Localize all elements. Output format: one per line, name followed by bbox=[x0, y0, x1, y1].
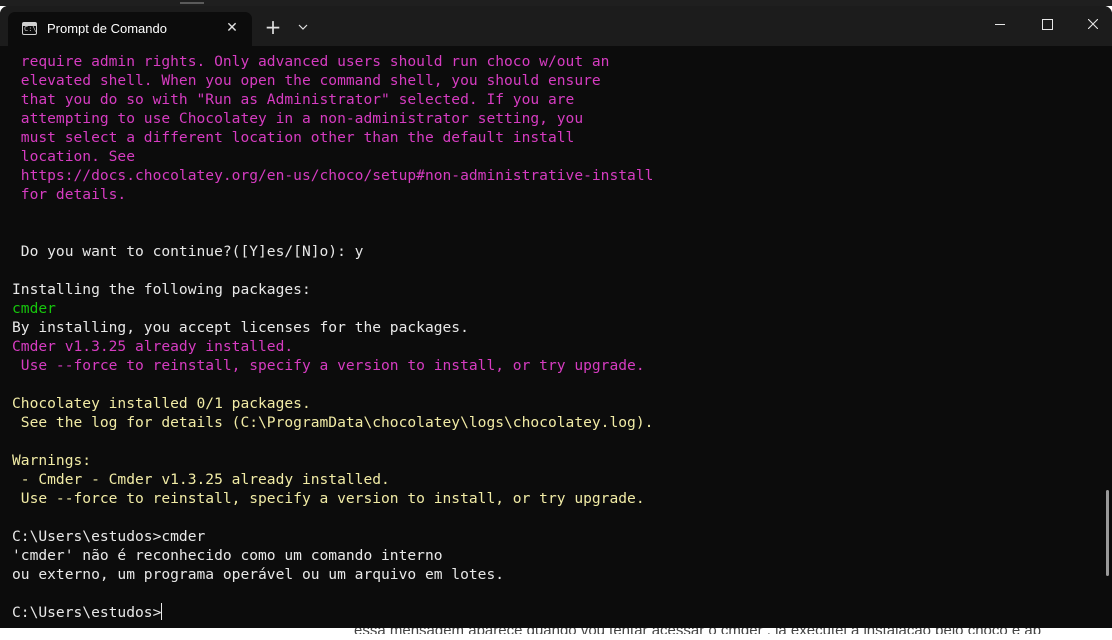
console-line: require admin rights. Only advanced user… bbox=[12, 53, 610, 70]
minimize-button[interactable] bbox=[978, 6, 1024, 42]
tab-title: Prompt de Comando bbox=[47, 21, 167, 36]
command-prompt-line[interactable]: C:\Users\estudos> bbox=[12, 603, 1082, 622]
minimize-icon bbox=[995, 24, 1005, 25]
console-line: for details. bbox=[12, 186, 127, 203]
console-line: ou externo, um programa operável ou um a… bbox=[12, 566, 505, 583]
console-line: Chocolatey installed 0/1 packages. bbox=[12, 395, 311, 412]
console-line: Installing the following packages: bbox=[12, 281, 311, 298]
console-line: must select a different location other t… bbox=[12, 129, 575, 146]
prompt-text: C:\Users\estudos> bbox=[12, 604, 162, 621]
console-line: that you do so with "Run as Administrato… bbox=[12, 91, 575, 108]
console-line: attempting to use Chocolatey in a non-ad… bbox=[12, 110, 584, 127]
console-line: https://docs.chocolatey.org/en-us/choco/… bbox=[12, 167, 654, 184]
background-document: essa mensagem aparece quando vou tentar … bbox=[0, 622, 1112, 640]
desktop-tick bbox=[180, 2, 204, 4]
console-line: Warnings: bbox=[12, 452, 92, 469]
maximize-icon bbox=[1042, 19, 1053, 30]
console-line: By installing, you accept licenses for t… bbox=[12, 319, 469, 336]
console-output[interactable]: require admin rights. Only advanced user… bbox=[12, 52, 1082, 622]
console-line: - Cmder - Cmder v1.3.25 already installe… bbox=[12, 471, 390, 488]
console-line: Use --force to reinstall, specify a vers… bbox=[12, 490, 645, 507]
new-tab-button[interactable]: + bbox=[262, 16, 284, 38]
close-window-button[interactable] bbox=[1070, 6, 1112, 42]
console-line: See the log for details (C:\ProgramData\… bbox=[12, 414, 654, 431]
close-icon bbox=[1088, 19, 1098, 29]
console-line: location. See bbox=[12, 148, 136, 165]
close-tab-button[interactable]: ✕ bbox=[222, 18, 242, 38]
tab-prompt-de-comando[interactable]: C:\ Prompt de Comando ✕ bbox=[8, 12, 252, 46]
cmd-icon: C:\ bbox=[22, 22, 37, 35]
scrollbar-thumb[interactable] bbox=[1106, 490, 1109, 576]
terminal-window[interactable]: C:\ Prompt de Comando ✕ + require admin … bbox=[0, 6, 1112, 628]
console-line: cmder bbox=[12, 300, 56, 317]
text-cursor bbox=[161, 603, 163, 620]
chevron-down-icon bbox=[298, 24, 308, 30]
close-icon: ✕ bbox=[226, 20, 238, 36]
maximize-button[interactable] bbox=[1024, 6, 1070, 42]
console-line: elevated shell. When you open the comman… bbox=[12, 72, 601, 89]
tab-dropdown-button[interactable] bbox=[292, 16, 314, 38]
plus-icon: + bbox=[264, 15, 282, 39]
console-line: Do you want to continue?([Y]es/[N]o): y bbox=[12, 243, 364, 260]
title-bar[interactable]: C:\ Prompt de Comando ✕ + bbox=[0, 6, 1112, 46]
console-line: C:\Users\estudos>cmder bbox=[12, 528, 206, 545]
console-line: 'cmder' não é reconhecido como um comand… bbox=[12, 547, 443, 564]
console-line: Use --force to reinstall, specify a vers… bbox=[12, 357, 645, 374]
console-line: Cmder v1.3.25 already installed. bbox=[12, 338, 294, 355]
